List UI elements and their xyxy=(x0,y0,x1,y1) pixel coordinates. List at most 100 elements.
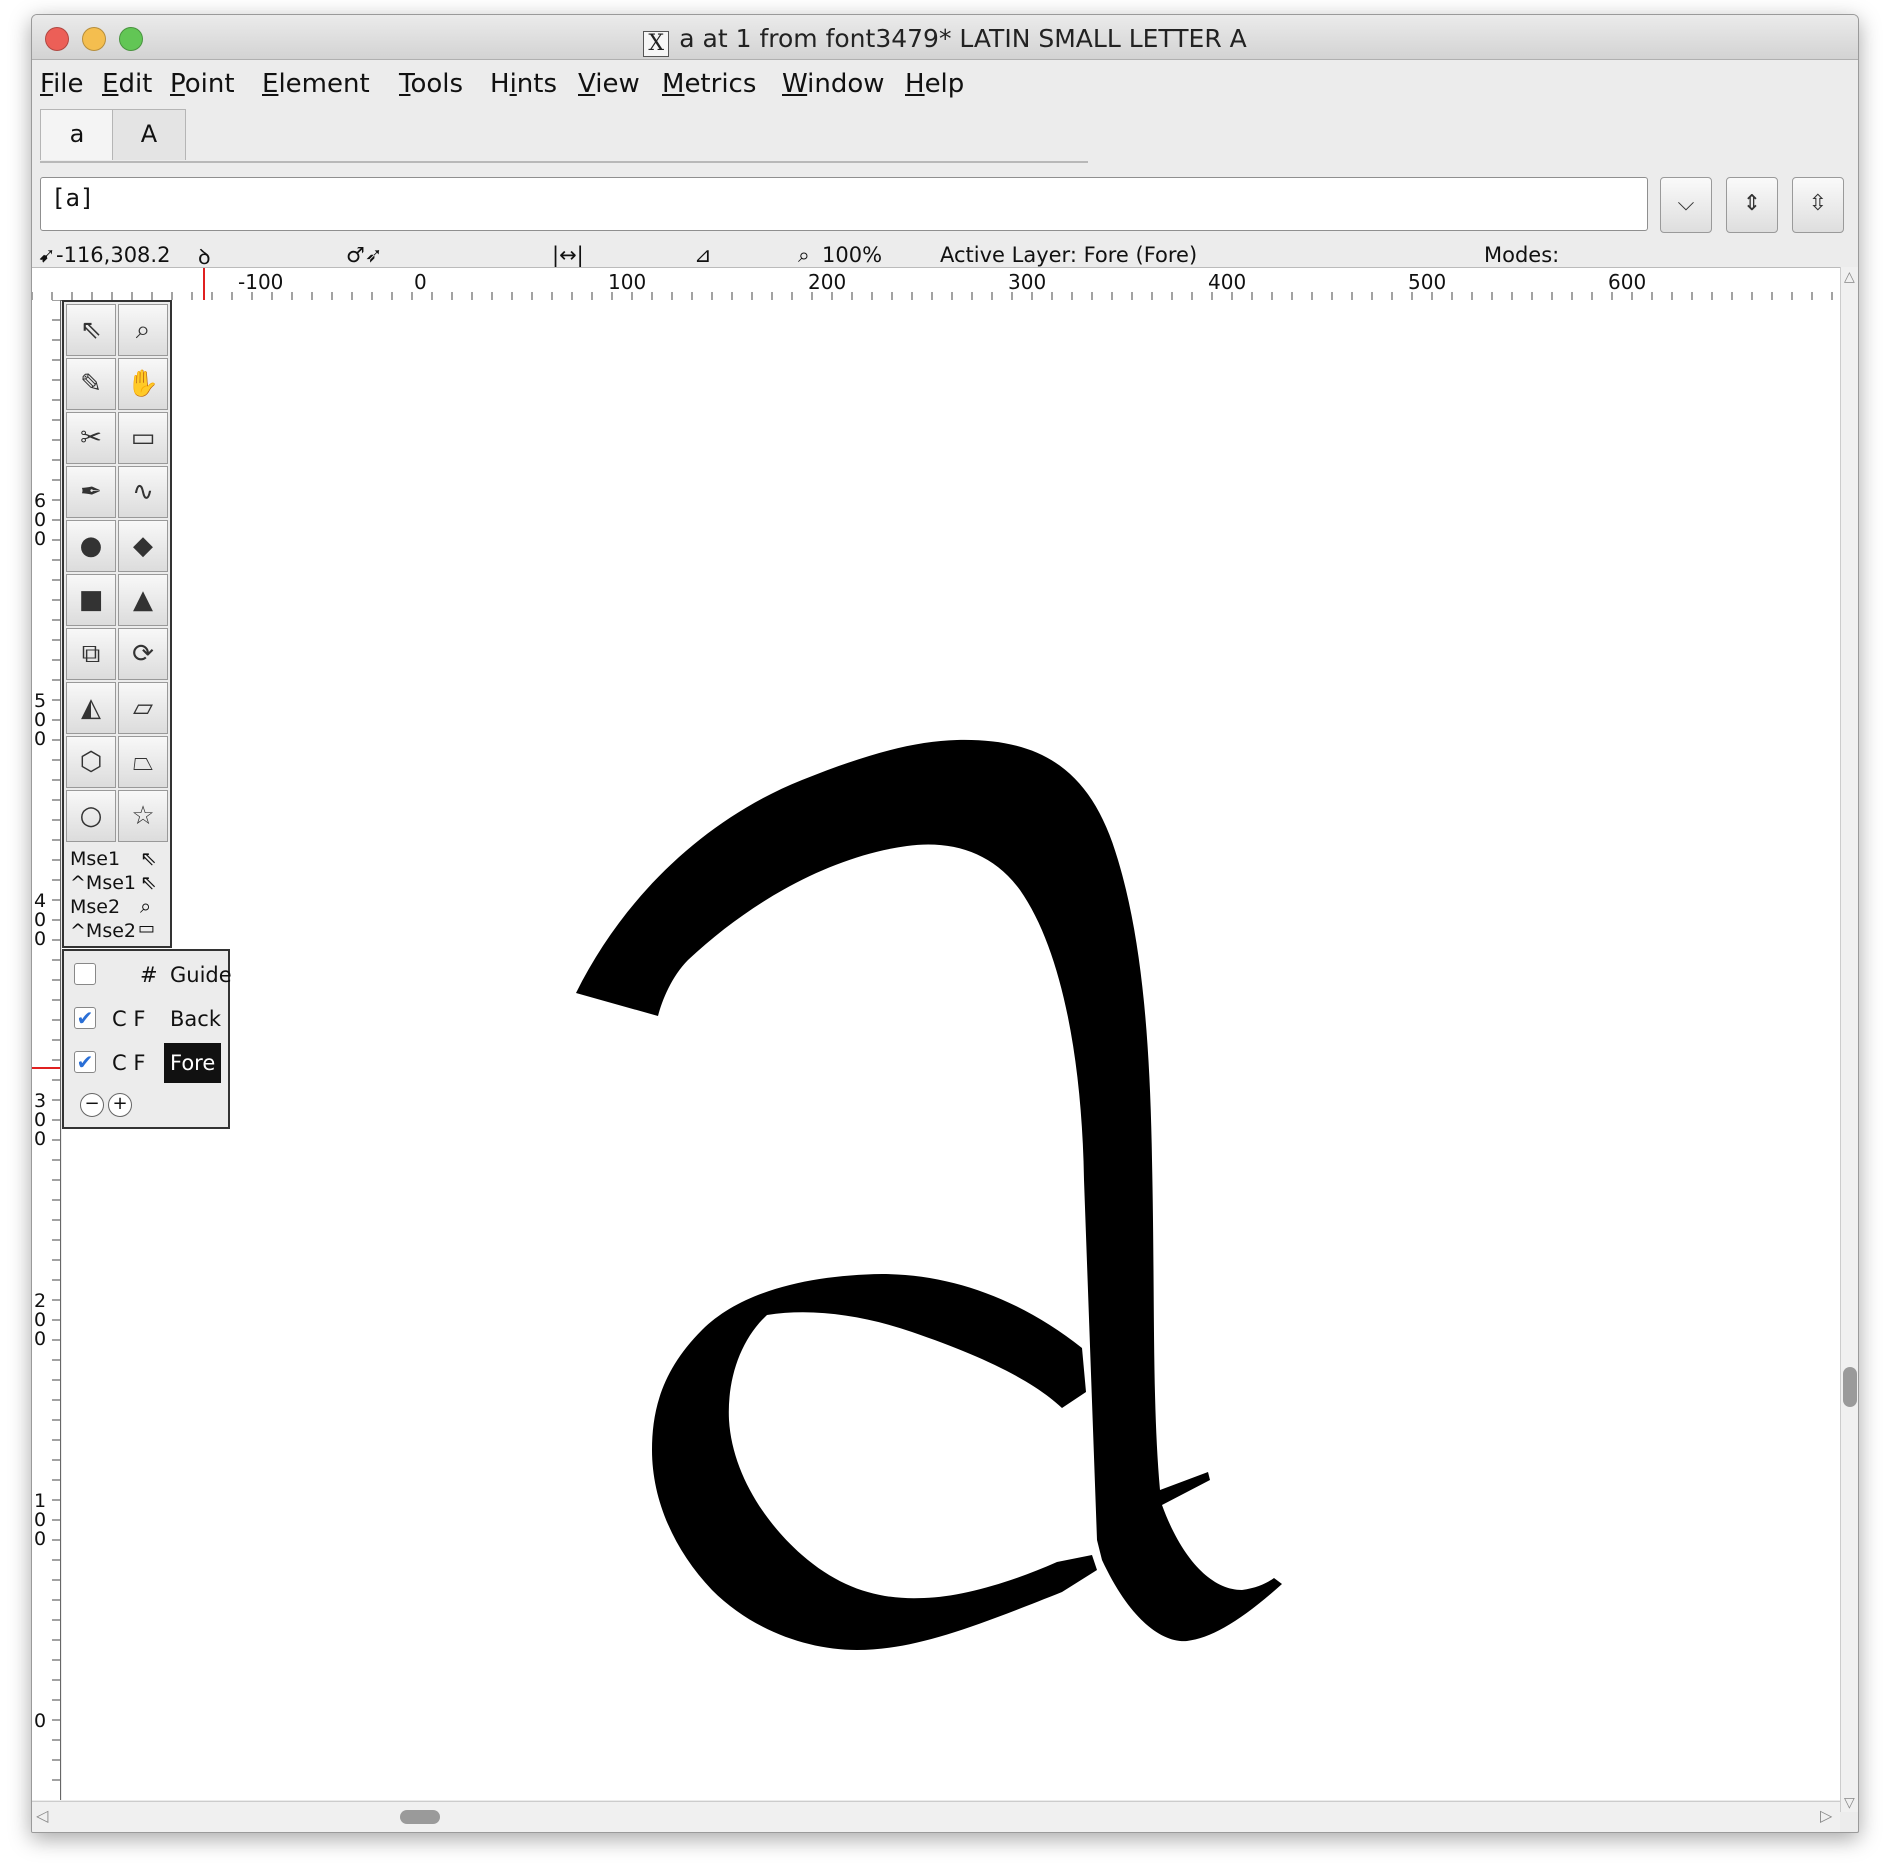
chevron-down-icon[interactable]: ⌵ xyxy=(1660,177,1712,233)
spiro-icon[interactable]: ∿ xyxy=(118,466,168,518)
menu-element[interactable]: Element xyxy=(262,69,370,99)
tangent-point-icon[interactable]: ▲ xyxy=(118,574,168,626)
layer-flags: C F xyxy=(112,1051,146,1075)
menu-help[interactable]: Help xyxy=(905,69,964,99)
horizontal-scrollbar[interactable]: ◁ ▷ xyxy=(32,1801,1840,1832)
ruler-icon[interactable]: ▭ xyxy=(118,412,168,464)
arrows-vertical-icon[interactable]: ⇕ xyxy=(1726,177,1778,233)
mouse-binding-label: Mse2 xyxy=(70,896,121,918)
layer-visible-checkbox[interactable]: ✔ xyxy=(74,1007,96,1029)
scale-icon[interactable]: ⧉ xyxy=(66,628,116,680)
menu-file[interactable]: File xyxy=(40,69,84,99)
layer-name[interactable]: Back xyxy=(164,999,227,1039)
layer-visible-checkbox[interactable] xyxy=(74,963,96,985)
hruler-label: 0 xyxy=(414,270,427,294)
horizontal-ruler-ticks xyxy=(32,268,1833,300)
hruler-label: 400 xyxy=(1208,270,1247,294)
hruler-label: 300 xyxy=(1008,270,1047,294)
skew-icon[interactable]: ▱ xyxy=(118,682,168,734)
distance-icon: ♂➶ xyxy=(346,243,383,267)
tab-divider xyxy=(40,161,1088,163)
menu-tools[interactable]: Tools xyxy=(399,69,463,99)
pointer-icon: ⇖ xyxy=(140,846,157,870)
glyph-sequence-field[interactable]: [a] xyxy=(40,177,1648,231)
horizontal-ruler: -100 0 100 200 300 400 500 600 xyxy=(32,267,1840,301)
hand-icon[interactable]: ✋ xyxy=(118,358,168,410)
window-title-text: a at 1 from font3479* LATIN SMALL LETTER… xyxy=(679,24,1247,53)
rotate-icon[interactable]: ⟳ xyxy=(118,628,168,680)
scroll-left-icon[interactable]: ◁ xyxy=(36,1806,48,1825)
active-layer-readout: Active Layer: Fore (Fore) xyxy=(940,243,1198,267)
coords-readout: -116,308.2 xyxy=(56,243,171,267)
layer-visible-checkbox[interactable]: ✔ xyxy=(74,1051,96,1073)
menu-point[interactable]: Point xyxy=(170,69,235,99)
vruler-label: 400 xyxy=(34,890,47,950)
remove-layer-button[interactable]: − xyxy=(80,1093,104,1117)
curve-point-icon[interactable]: ● xyxy=(66,520,116,572)
hruler-label: 100 xyxy=(608,270,647,294)
hruler-label: 200 xyxy=(808,270,847,294)
tools-palette: ⇖ ⌕ ✎ ✋ ✂ ▭ ✒ ∿ ● ◆ ■ ▲ ⧉ ⟳ ◭ ▱ ⬡ ⏢ ○ ☆ … xyxy=(62,300,172,948)
vertical-scrollbar[interactable]: △ ▽ xyxy=(1840,267,1858,1812)
ruler-icon: ▭ xyxy=(138,918,156,939)
title-bar: Xa at 1 from font3479* LATIN SMALL LETTE… xyxy=(32,15,1858,60)
zoom-icon: ⌕ xyxy=(798,243,810,267)
pen-icon[interactable]: ✒ xyxy=(66,466,116,518)
glyph-outline xyxy=(576,739,1282,1650)
pointer-icon: ⇖ xyxy=(140,870,157,894)
vertical-scroll-thumb[interactable] xyxy=(1843,1367,1857,1407)
ellipse-icon[interactable]: ○ xyxy=(66,790,116,842)
menu-bar: File Edit Point Element Tools Hints View… xyxy=(32,61,1858,105)
vruler-label: 600 xyxy=(34,490,47,550)
vertical-ruler: 600 500 400 300 200 100 0 xyxy=(32,299,61,1800)
menu-window[interactable]: Window xyxy=(782,69,885,99)
vruler-label: 100 xyxy=(34,1490,47,1550)
corner-point-icon[interactable]: ■ xyxy=(66,574,116,626)
tab-a[interactable]: a xyxy=(40,109,114,160)
vruler-label: 500 xyxy=(34,690,47,750)
menu-edit[interactable]: Edit xyxy=(102,69,152,99)
freehand-icon[interactable]: ✎ xyxy=(66,358,116,410)
status-bar: ➹ -116,308.2 ꝺ ♂➶ |↔| ⊿ ⌕ 100% Active La… xyxy=(32,241,1858,269)
perspective-icon[interactable]: ⏢ xyxy=(118,736,168,788)
cursor-icon: ➹ xyxy=(38,243,56,267)
hruler-label: 600 xyxy=(1608,270,1647,294)
add-layer-button[interactable]: + xyxy=(108,1093,132,1117)
pointer-icon[interactable]: ⇖ xyxy=(66,304,116,356)
vruler-label: 0 xyxy=(34,1710,47,1732)
flip-icon[interactable]: ◭ xyxy=(66,682,116,734)
menu-hints[interactable]: Hints xyxy=(490,69,557,99)
glyph-canvas[interactable] xyxy=(62,300,1840,1800)
mouse-binding-label: ^Mse2 xyxy=(70,920,136,942)
hv-curve-point-icon[interactable]: ◆ xyxy=(118,520,168,572)
scroll-right-icon[interactable]: ▷ xyxy=(1820,1806,1832,1825)
hruler-label: 500 xyxy=(1408,270,1447,294)
star-icon[interactable]: ☆ xyxy=(118,790,168,842)
window-title: Xa at 1 from font3479* LATIN SMALL LETTE… xyxy=(32,24,1858,57)
glyph-window: Xa at 1 from font3479* LATIN SMALL LETTE… xyxy=(31,14,1859,1833)
scroll-down-icon[interactable]: ▽ xyxy=(1844,1795,1855,1811)
layer-name[interactable]: Guide xyxy=(164,955,238,995)
vruler-label: 200 xyxy=(34,1290,47,1350)
mouse-binding-label: ^Mse1 xyxy=(70,872,136,894)
scroll-up-icon[interactable]: △ xyxy=(1844,269,1855,285)
layer-name[interactable]: Fore xyxy=(164,1043,222,1083)
layer-row-guide[interactable]: # Guide xyxy=(64,955,232,995)
hruler-label: -100 xyxy=(238,270,284,294)
magnify-icon[interactable]: ⌕ xyxy=(118,304,168,356)
angle-icon: ⊿ xyxy=(694,243,712,267)
magnify-icon: ⌕ xyxy=(140,894,152,918)
menu-metrics[interactable]: Metrics xyxy=(662,69,756,99)
knife-icon[interactable]: ✂ xyxy=(66,412,116,464)
x11-icon: X xyxy=(643,31,670,57)
arrows-vertical-icon[interactable]: ⇳ xyxy=(1792,177,1844,233)
menu-view[interactable]: View xyxy=(578,69,640,99)
mouse-binding-label: Mse1 xyxy=(70,848,121,870)
horizontal-scroll-thumb[interactable] xyxy=(400,1810,440,1824)
layer-flags: # xyxy=(140,963,158,987)
tab-A[interactable]: A xyxy=(112,109,186,160)
layer-row-back[interactable]: ✔ C F Back xyxy=(64,999,228,1039)
layer-flags: C F xyxy=(112,1007,146,1031)
3d-rotate-icon[interactable]: ⬡ xyxy=(66,736,116,788)
layer-row-fore[interactable]: ✔ C F Fore xyxy=(64,1043,228,1083)
